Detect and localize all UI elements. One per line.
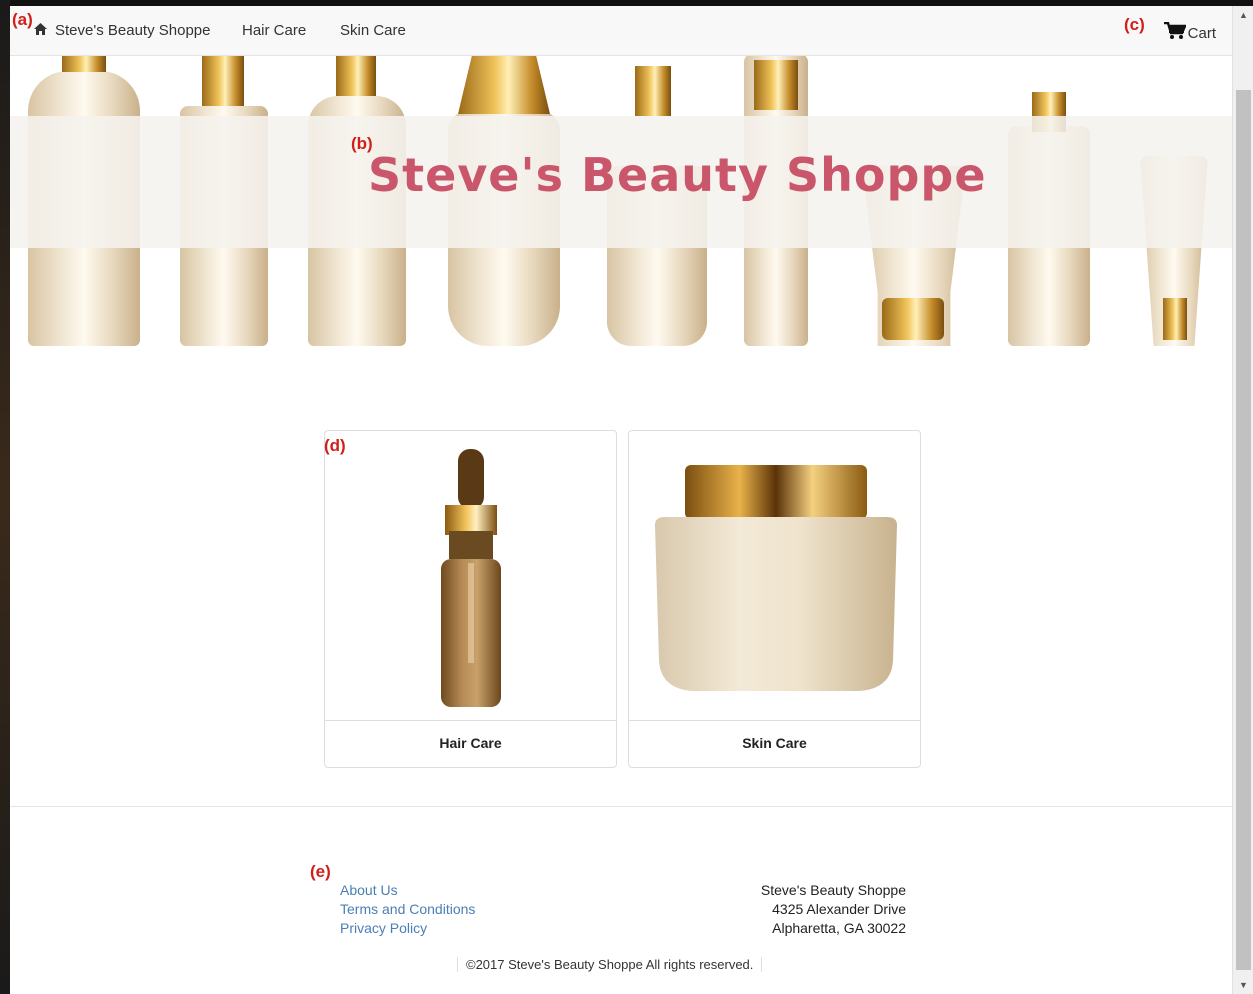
copyright-text: ©2017 Steve's Beauty Shoppe All rights r… (457, 957, 763, 972)
cream-jar-image (629, 431, 920, 721)
footer-links: About Us Terms and Conditions Privacy Po… (340, 881, 475, 938)
annotation-b: (b) (351, 134, 373, 153)
nav-brand-link[interactable]: Steve's Beauty Shoppe (34, 22, 210, 39)
cap-2 (202, 56, 244, 106)
cart-link[interactable]: Cart (1163, 21, 1216, 44)
dropper-bottle-image (325, 431, 616, 721)
home-icon (34, 22, 47, 39)
address-line-street: 4325 Alexander Drive (772, 901, 906, 917)
category-card-skin-care[interactable]: Skin Care (628, 430, 921, 768)
footer-divider (10, 806, 1232, 807)
annotation-e: (e) (310, 862, 331, 881)
footer-link-terms[interactable]: Terms and Conditions (340, 900, 475, 919)
cap-6 (754, 60, 798, 110)
cap-9 (1163, 298, 1187, 340)
category-caption-skin-care: Skin Care (742, 735, 807, 751)
cap-3 (336, 56, 376, 96)
top-navbar: Steve's Beauty Shoppe Hair Care Skin Car… (10, 6, 1232, 56)
scroll-down-arrow-icon[interactable]: ▼ (1233, 976, 1253, 994)
footer-link-about-us[interactable]: About Us (340, 881, 475, 900)
cap-1 (62, 56, 106, 72)
hero-banner: Steve's Beauty Shoppe (10, 56, 1232, 356)
cap-4 (458, 56, 550, 114)
annotation-c: (c) (1124, 15, 1145, 34)
category-card-hair-care[interactable]: Hair Care (324, 430, 617, 768)
footer-address: Steve's Beauty Shoppe 4325 Alexander Dri… (700, 881, 906, 938)
vertical-scrollbar[interactable]: ▲ ▼ (1232, 6, 1253, 994)
cap-5 (635, 66, 671, 116)
annotation-a: (a) (12, 10, 33, 29)
cap-7 (882, 298, 944, 340)
category-caption-hair-care: Hair Care (439, 735, 502, 751)
shopping-cart-icon (1163, 21, 1187, 44)
address-line-city: Alpharetta, GA 30022 (772, 920, 906, 936)
nav-link-skin-care[interactable]: Skin Care (340, 22, 406, 39)
hero-title: Steve's Beauty Shoppe (368, 148, 987, 202)
cart-label: Cart (1187, 24, 1216, 42)
scroll-up-arrow-icon[interactable]: ▲ (1233, 6, 1253, 24)
annotation-d: (d) (324, 436, 346, 455)
window-edge (0, 0, 10, 994)
scroll-thumb[interactable] (1236, 90, 1251, 970)
nav-brand-label: Steve's Beauty Shoppe (55, 22, 211, 39)
nav-link-hair-care[interactable]: Hair Care (242, 22, 306, 39)
footer-link-privacy[interactable]: Privacy Policy (340, 919, 475, 938)
address-line-name: Steve's Beauty Shoppe (760, 882, 906, 898)
